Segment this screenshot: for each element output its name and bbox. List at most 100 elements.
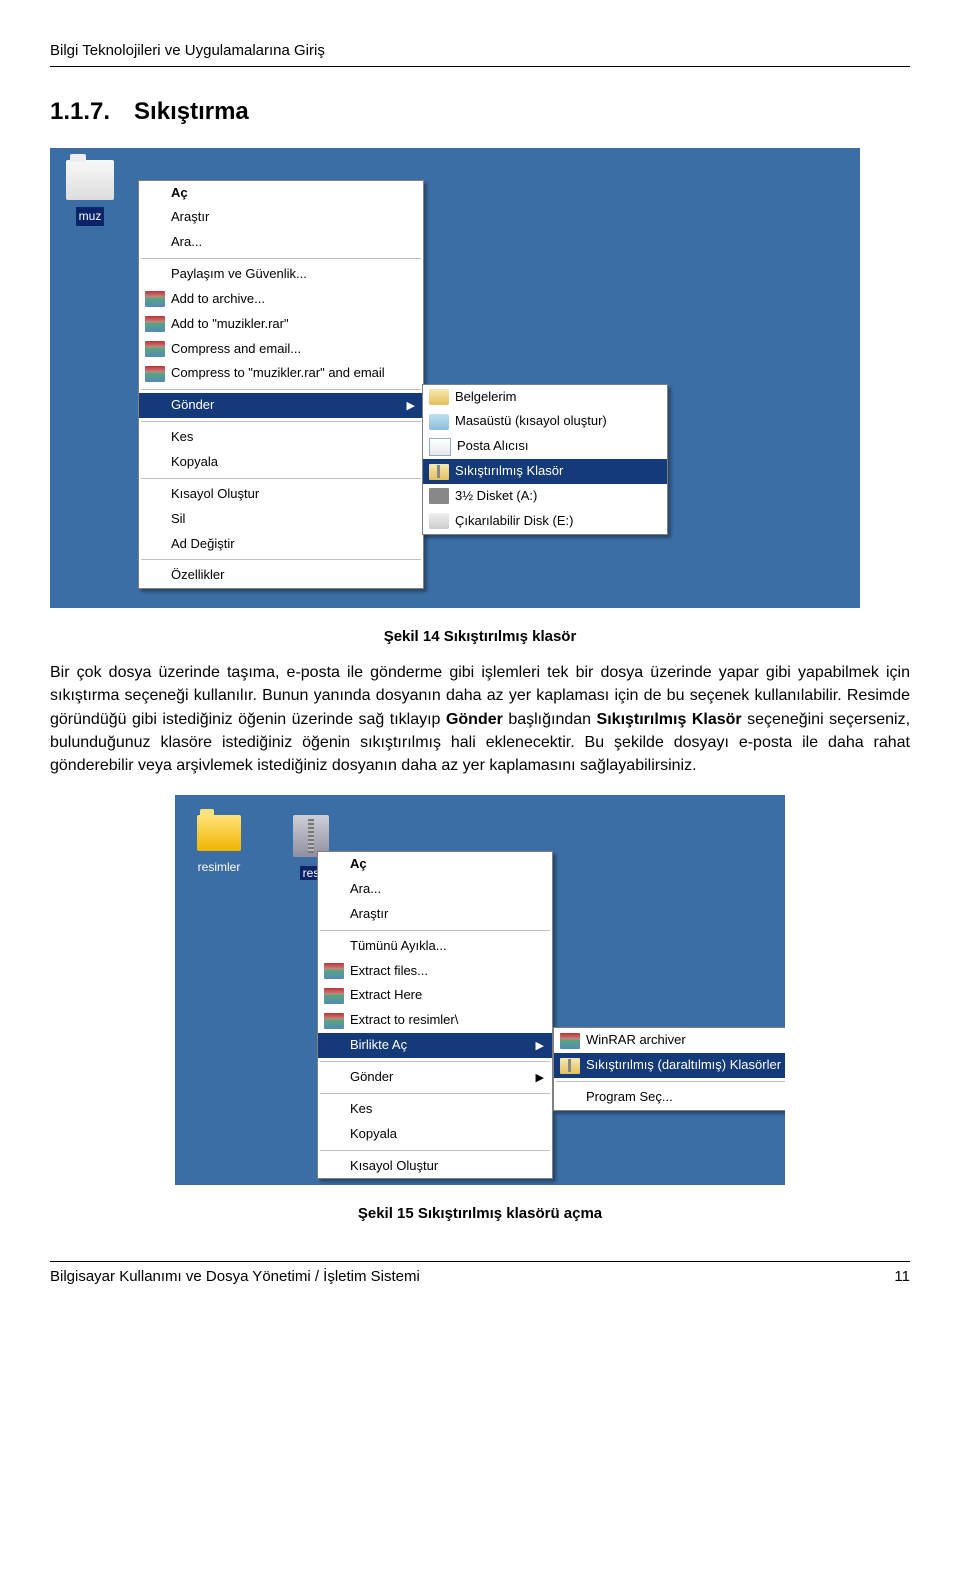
zipmenu-send[interactable]: Gönder▶	[318, 1065, 552, 1090]
rar-icon	[145, 291, 165, 307]
openwith-winrar-label: WinRAR archiver	[586, 1031, 686, 1050]
separator	[141, 478, 421, 479]
separator	[320, 930, 550, 931]
sendto-mail[interactable]: Posta Alıcısı	[423, 434, 667, 459]
menu-compress-muzikler-email-label: Compress to "muzikler.rar" and email	[171, 364, 385, 383]
zipmenu-shortcut[interactable]: Kısayol Oluştur	[318, 1154, 552, 1179]
openwith-winrar[interactable]: WinRAR archiver	[554, 1028, 785, 1053]
menu-compress-email[interactable]: Compress and email...	[139, 337, 423, 362]
zipmenu-copy[interactable]: Kopyala	[318, 1122, 552, 1147]
page-number: 11	[894, 1266, 910, 1288]
separator	[320, 1061, 550, 1062]
menu-shortcut-label: Kısayol Oluştur	[171, 485, 259, 504]
sendto-floppy-label: 3½ Disket (A:)	[455, 487, 537, 506]
section-title: Sıkıştırma	[134, 95, 249, 130]
page-header: Bilgi Teknolojileri ve Uygulamalarına Gi…	[50, 40, 910, 67]
separator	[141, 421, 421, 422]
sendto-compressed-label: Sıkıştırılmış Klasör	[455, 462, 563, 481]
sendto-removable-label: Çıkarılabilir Disk (E:)	[455, 512, 573, 531]
zipmenu-extractall-label: Tümünü Ayıkla...	[350, 937, 447, 956]
openwith-compressed[interactable]: Sıkıştırılmış (daraltılmış) Klasörler	[554, 1053, 785, 1078]
sendto-floppy[interactable]: 3½ Disket (A:)	[423, 484, 667, 509]
drive-icon	[429, 513, 449, 529]
menu-search-label: Ara...	[171, 233, 202, 252]
folder-muzikler[interactable]: muz	[62, 160, 118, 227]
separator	[141, 258, 421, 259]
rar-icon	[560, 1033, 580, 1049]
zip-folder-icon	[429, 464, 449, 480]
menu-add-archive[interactable]: Add to archive...	[139, 287, 423, 312]
zipmenu-explore[interactable]: Araştır	[318, 902, 552, 927]
section-number: 1.1.7.	[50, 95, 110, 130]
submenu-arrow-icon: ▶	[536, 1039, 544, 1055]
section-heading: 1.1.7. Sıkıştırma	[50, 95, 910, 130]
mydocs-icon	[429, 389, 449, 405]
desktop-area: muz Aç Araştır Ara... Paylaşım ve Güvenl…	[50, 148, 860, 608]
context-menu-openwith: WinRAR archiver Sıkıştırılmış (daraltılm…	[553, 1027, 785, 1111]
openwith-choose[interactable]: Program Seç...	[554, 1085, 785, 1110]
menu-sharing[interactable]: Paylaşım ve Güvenlik...	[139, 262, 423, 287]
zipmenu-extractfiles[interactable]: Extract files...	[318, 959, 552, 984]
zipmenu-search[interactable]: Ara...	[318, 877, 552, 902]
menu-send-label: Gönder	[171, 396, 214, 415]
sendto-desktop-label: Masaüstü (kısayol oluştur)	[455, 412, 607, 431]
folder-resimler[interactable]: resimler	[189, 815, 249, 878]
menu-properties[interactable]: Özellikler	[139, 563, 423, 588]
zipmenu-extractto[interactable]: Extract to resimler\	[318, 1008, 552, 1033]
rar-icon	[324, 1013, 344, 1029]
menu-copy-label: Kopyala	[171, 453, 218, 472]
zipmenu-openwith[interactable]: Birlikte Aç▶	[318, 1033, 552, 1058]
rar-icon	[145, 316, 165, 332]
menu-add-archive-label: Add to archive...	[171, 290, 265, 309]
folder-icon	[66, 160, 114, 200]
zipmenu-copy-label: Kopyala	[350, 1125, 397, 1144]
separator	[141, 389, 421, 390]
menu-copy[interactable]: Kopyala	[139, 450, 423, 475]
zipmenu-extracthere-label: Extract Here	[350, 986, 422, 1005]
menu-cut-label: Kes	[171, 428, 193, 447]
zipmenu-search-label: Ara...	[350, 880, 381, 899]
menu-add-muzikler-label: Add to "muzikler.rar"	[171, 315, 289, 334]
zipmenu-open-label: Aç	[350, 855, 367, 874]
sendto-mydocs[interactable]: Belgelerim	[423, 385, 667, 410]
menu-rename[interactable]: Ad Değiştir	[139, 532, 423, 557]
separator	[141, 559, 421, 560]
zipmenu-extractto-label: Extract to resimler\	[350, 1011, 458, 1030]
menu-shortcut[interactable]: Kısayol Oluştur	[139, 482, 423, 507]
sendto-removable[interactable]: Çıkarılabilir Disk (E:)	[423, 509, 667, 534]
rar-icon	[145, 366, 165, 382]
zipmenu-shortcut-label: Kısayol Oluştur	[350, 1157, 438, 1176]
openwith-choose-label: Program Seç...	[586, 1088, 673, 1107]
folder-label: muz	[76, 207, 105, 226]
zipmenu-open[interactable]: Aç	[318, 852, 552, 877]
paragraph-compression: Bir çok dosya üzerinde taşıma, e-posta i…	[50, 661, 910, 777]
figure-15-caption: Şekil 15 Sıkıştırılmış klasörü açma	[50, 1203, 910, 1225]
menu-explore[interactable]: Araştır	[139, 205, 423, 230]
menu-open[interactable]: Aç	[139, 181, 423, 206]
menu-search[interactable]: Ara...	[139, 230, 423, 255]
zipmenu-send-label: Gönder	[350, 1068, 393, 1087]
rar-icon	[324, 963, 344, 979]
folder-resimler-label: resimler	[198, 860, 241, 874]
zipmenu-cut[interactable]: Kes	[318, 1097, 552, 1122]
figure-14: muz Aç Araştır Ara... Paylaşım ve Güvenl…	[50, 148, 910, 608]
page-footer: Bilgisayar Kullanımı ve Dosya Yönetimi /…	[50, 1261, 910, 1288]
sendto-desktop[interactable]: Masaüstü (kısayol oluştur)	[423, 409, 667, 434]
context-menu-sendto: Belgelerim Masaüstü (kısayol oluştur) Po…	[422, 384, 668, 535]
menu-compress-muzikler-email[interactable]: Compress to "muzikler.rar" and email	[139, 361, 423, 386]
menu-add-muzikler[interactable]: Add to "muzikler.rar"	[139, 312, 423, 337]
menu-send[interactable]: Gönder▶	[139, 393, 423, 418]
zipmenu-extracthere[interactable]: Extract Here	[318, 983, 552, 1008]
zipmenu-extractfiles-label: Extract files...	[350, 962, 428, 981]
sendto-compressed[interactable]: Sıkıştırılmış Klasör	[423, 459, 667, 484]
menu-properties-label: Özellikler	[171, 566, 224, 585]
mail-icon	[429, 438, 451, 456]
context-menu-main: Aç Araştır Ara... Paylaşım ve Güvenlik..…	[138, 180, 424, 590]
menu-open-label: Aç	[171, 184, 188, 203]
desktop-icon	[429, 414, 449, 430]
figure-14-caption: Şekil 14 Sıkıştırılmış klasör	[50, 626, 910, 648]
menu-delete[interactable]: Sil	[139, 507, 423, 532]
zipmenu-cut-label: Kes	[350, 1100, 372, 1119]
menu-cut[interactable]: Kes	[139, 425, 423, 450]
zipmenu-extractall[interactable]: Tümünü Ayıkla...	[318, 934, 552, 959]
